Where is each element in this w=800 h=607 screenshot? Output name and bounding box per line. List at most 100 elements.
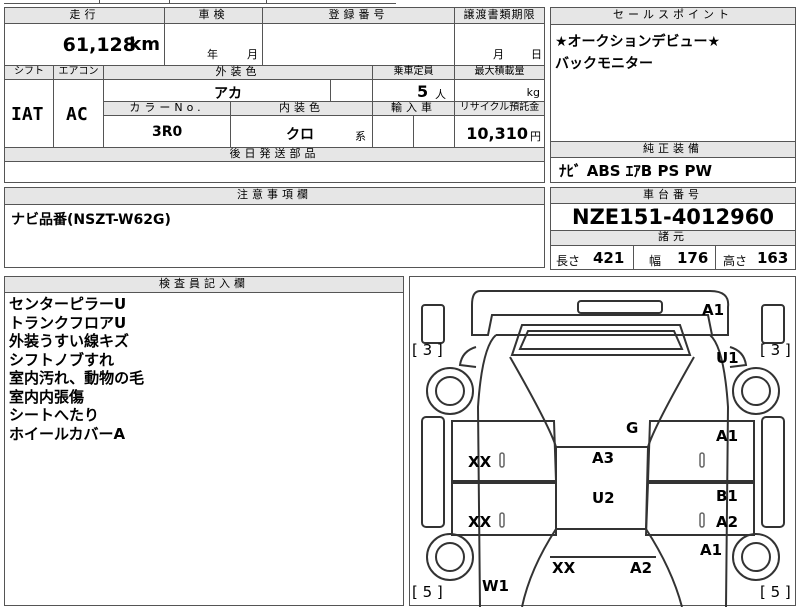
label-a1-top: A1 — [702, 301, 725, 319]
label-bracket-br: [ 5 ] — [760, 583, 791, 601]
exterior-color-value: アカ — [214, 86, 242, 102]
label-a3: A3 — [592, 449, 615, 467]
sales-point-panel: セールスポイント ★オークションデビュー★ バックモニター — [550, 7, 796, 143]
recycle-cell: 10,310 円 — [455, 116, 544, 148]
exterior-color-header: 外装色 — [104, 66, 373, 80]
parts-cell — [5, 162, 544, 182]
label-a1-right1: A1 — [716, 427, 739, 445]
import-header: 輸入車 — [373, 102, 455, 116]
capacity-header: 乗車定員 — [373, 66, 455, 80]
label-xx-left1: XX — [468, 453, 492, 471]
inspector-line: 室内汚れ、動物の毛 — [9, 369, 145, 387]
ac-value: AC — [66, 104, 88, 125]
shift-cell: IAT — [5, 80, 54, 148]
inspector-panel: 検査員記入欄 センターピラーU トランクフロアU 外装うすい線キズ シフトノブす… — [4, 276, 404, 606]
inspector-line: センターピラーU — [9, 295, 127, 313]
recycle-value: 10,310 — [466, 124, 528, 143]
specs-header: 諸元 — [551, 231, 795, 246]
width-label: 幅 — [649, 254, 662, 268]
label-a1-right2: A1 — [700, 541, 723, 559]
width-value: 176 — [677, 249, 709, 267]
inspector-line: シフトノブすれ — [9, 350, 115, 369]
top-cut-strip — [4, 0, 396, 4]
max-load-header: 最大積載量 — [455, 66, 544, 80]
transfer-month-label: 月 — [493, 48, 504, 61]
inspection-cell: 年 月 — [165, 24, 263, 66]
sales-point-line: バックモニター — [555, 56, 653, 72]
label-a2-bottom: A2 — [630, 559, 653, 577]
height-label: 高さ — [723, 254, 748, 268]
ac-cell: AC — [54, 80, 104, 148]
chassis-header: 車台番号 — [551, 188, 795, 204]
mileage-cell: 61,128 km — [5, 24, 165, 66]
car-outline — [421, 290, 785, 607]
standard-equipment-value: ﾅﾋﾞ ABS ｴｱB PS PW — [559, 162, 713, 180]
interior-color-suffix: 系 — [355, 130, 366, 143]
recycle-header: リサイクル預託金 — [455, 102, 544, 116]
import-cell-2 — [414, 116, 455, 148]
inspector-line: トランクフロアU — [9, 313, 127, 332]
length-value: 421 — [593, 249, 625, 267]
vehicle-info-table: 走行 車検 登録番号 譲渡書類期限 61,128 km 年 月 月 日 シフト … — [4, 7, 545, 183]
transfer-doc-cell: 月 日 — [455, 24, 544, 66]
sales-point-line: ★オークションデビュー★ — [555, 34, 721, 50]
exterior-color-cell: アカ — [104, 80, 331, 102]
shift-header: シフト — [5, 66, 54, 80]
color-no-header: カラーNo. — [104, 102, 231, 116]
mileage-header: 走行 — [5, 8, 165, 24]
specs-panel: 諸元 長さ 421 幅 176 高さ 163 — [550, 230, 796, 270]
label-xx-left2: XX — [468, 513, 492, 531]
label-u1: U1 — [716, 349, 739, 367]
inspector-lines: センターピラーU トランクフロアU 外装うすい線キズ シフトノブすれ 室内汚れ、… — [9, 295, 403, 443]
interior-color-cell: クロ 系 — [231, 116, 373, 148]
registration-cell — [263, 24, 455, 66]
label-u2: U2 — [592, 489, 615, 507]
length-label: 長さ — [556, 254, 581, 268]
notes-panel: 注意事項欄 ナビ品番(NSZT-W62G) — [4, 187, 545, 268]
label-a2-right: A2 — [716, 513, 739, 531]
mileage-unit: km — [129, 34, 160, 55]
inspector-line: シートへたり — [9, 406, 100, 424]
inspector-line: ホイールカバーA — [9, 424, 126, 443]
recycle-unit: 円 — [530, 130, 541, 143]
inspector-line: 室内内張傷 — [9, 387, 85, 406]
registration-header: 登録番号 — [263, 8, 455, 24]
color-no-value: 3R0 — [152, 124, 183, 140]
transfer-day-label: 日 — [531, 48, 542, 61]
inspection-header: 車検 — [165, 8, 263, 24]
interior-color-header: 内装色 — [231, 102, 373, 116]
height-value: 163 — [757, 249, 789, 267]
notes-value: ナビ品番(NSZT-W62G) — [11, 212, 171, 228]
label-bracket-tl: [ 3 ] — [412, 341, 443, 359]
label-w1: W1 — [482, 577, 509, 595]
max-load-unit: kg — [526, 86, 540, 99]
ac-header: エアコン — [54, 66, 104, 80]
label-xx-bottom: XX — [552, 559, 576, 577]
interior-color-value: クロ — [286, 127, 314, 143]
color-no-cell: 3R0 — [104, 116, 231, 148]
label-bracket-bl: [ 5 ] — [412, 583, 443, 601]
exterior-color-extra — [331, 80, 373, 102]
label-b1: B1 — [716, 487, 738, 505]
max-load-cell: kg — [455, 80, 544, 102]
notes-header: 注意事項欄 — [5, 188, 544, 205]
standard-equipment-header: 純正装備 — [551, 142, 795, 158]
chassis-number: NZE151-4012960 — [572, 205, 774, 229]
parts-header: 後日発送部品 — [5, 148, 544, 162]
inspection-month-label: 月 — [247, 48, 258, 61]
inspector-line: 外装うすい線キズ — [9, 332, 130, 350]
capacity-cell: 5 人 — [373, 80, 455, 102]
import-cell-1 — [373, 116, 414, 148]
transfer-doc-header: 譲渡書類期限 — [455, 8, 544, 24]
chassis-panel: 車台番号 NZE151-4012960 — [550, 187, 796, 231]
sales-point-header: セールスポイント — [551, 8, 795, 25]
label-bracket-tr: [ 3 ] — [760, 341, 791, 359]
mileage-value: 61,128 — [62, 34, 136, 56]
capacity-value: 5 — [417, 82, 429, 101]
standard-equipment-panel: 純正装備 ﾅﾋﾞ ABS ｴｱB PS PW — [550, 141, 796, 183]
inspector-header: 検査員記入欄 — [5, 277, 403, 293]
label-g: G — [626, 419, 639, 437]
car-diagram-panel: A1 [ 3 ] [ 3 ] U1 G A1 A3 XX U2 B1 XX A2… — [409, 276, 796, 607]
inspection-year-label: 年 — [207, 48, 218, 61]
capacity-unit: 人 — [435, 88, 446, 101]
